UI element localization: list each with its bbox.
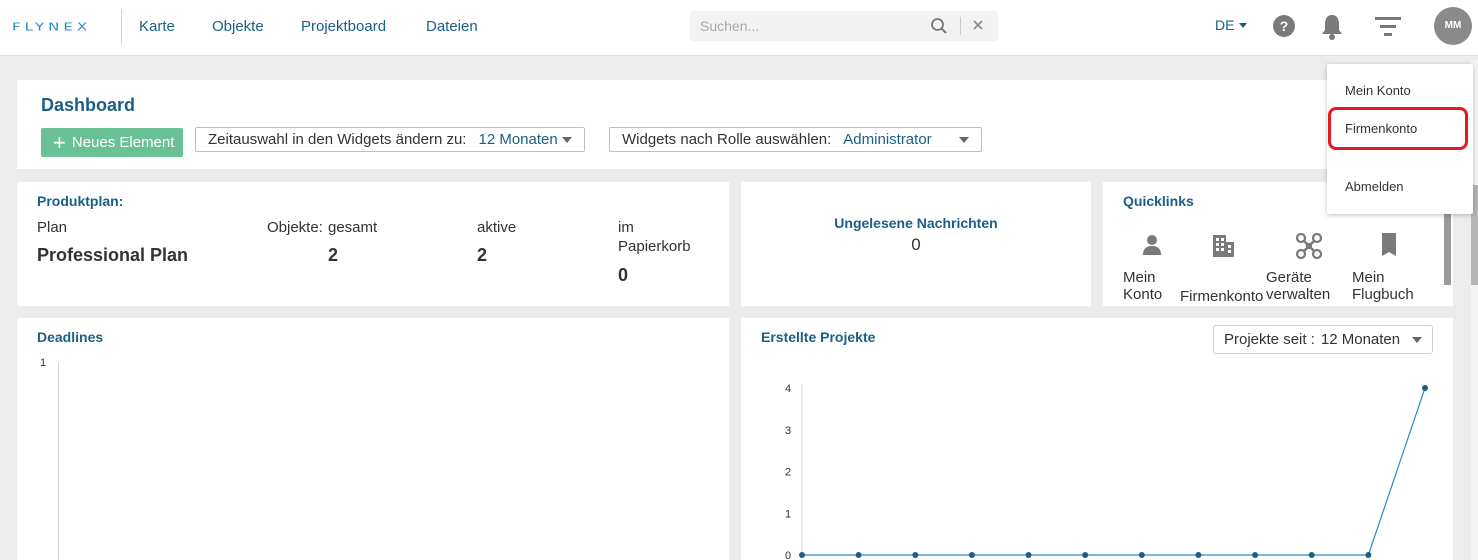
quicklink-line1 — [1180, 269, 1263, 288]
search-input[interactable] — [700, 17, 920, 35]
messages-count: 0 — [911, 235, 921, 254]
data-point[interactable] — [1422, 385, 1428, 391]
user-icon — [1143, 235, 1161, 255]
new-element-button[interactable]: + Neues Element — [41, 128, 183, 157]
language-select[interactable]: DE — [1215, 17, 1248, 33]
deadlines-card: Deadlines 1 — [17, 318, 729, 560]
active-value: 2 — [477, 245, 488, 265]
avatar[interactable]: MM — [1434, 7, 1472, 45]
page-title: Dashboard — [41, 95, 136, 115]
data-point[interactable] — [1138, 552, 1145, 558]
data-point[interactable] — [1025, 552, 1032, 558]
quicklinks-title: Quicklinks — [1123, 193, 1194, 209]
data-point[interactable] — [1308, 552, 1315, 558]
search-box — [690, 11, 998, 41]
active-label: aktive — [477, 219, 517, 236]
time-range-value: 12 Monaten — [478, 131, 558, 148]
projects-since-label: Projekte seit : — [1224, 331, 1315, 348]
quicklinks-scrollbar[interactable] — [1444, 213, 1451, 285]
help-icon[interactable]: ? — [1273, 15, 1295, 37]
building-icon — [1213, 235, 1234, 257]
messages-title: Ungelesene Nachrichten — [834, 215, 998, 231]
quicklink-mein-konto[interactable]: Mein Konto — [1123, 269, 1162, 303]
drone-icon — [1296, 233, 1322, 259]
deadlines-title: Deadlines — [37, 329, 104, 345]
total-label: gesamt — [328, 219, 378, 236]
quicklink-line1: Mein — [1123, 269, 1156, 286]
nav-projektboard[interactable]: Projektboard — [301, 18, 386, 35]
nav-objekte[interactable]: Objekte — [212, 18, 264, 35]
dashboard-header-card — [17, 80, 1453, 169]
quicklink-line1: Mein — [1352, 269, 1385, 286]
role-value: Administrator — [843, 131, 932, 148]
search-icon[interactable] — [930, 17, 948, 35]
plus-icon: + — [53, 129, 66, 155]
trash-label-line1: im — [618, 219, 634, 236]
time-range-label: Zeitauswahl in den Widgets ändern zu: — [208, 131, 467, 148]
deadlines-y-tick: 1 — [40, 357, 47, 369]
messages-card[interactable]: Ungelesene Nachrichten 0 — [741, 182, 1091, 306]
chevron-down-icon — [1412, 337, 1422, 343]
quicklink-firmenkonto[interactable]: Firmenkonto — [1180, 269, 1263, 305]
projects-since-select[interactable]: Projekte seit : 12 Monaten — [1213, 325, 1433, 354]
logo-text: FLYNEX — [12, 20, 92, 34]
series-line — [802, 387, 1426, 556]
quicklink-geraete-verwalten[interactable]: Geräte verwalten — [1266, 269, 1330, 303]
data-point[interactable] — [855, 552, 862, 558]
quicklink-mein-flugbuch[interactable]: Mein Flugbuch — [1352, 269, 1414, 303]
objects-label: Objekte: — [267, 219, 323, 236]
y-tick-label: 3 — [785, 425, 791, 437]
produktplan-card: Produktplan: Plan Professional Plan Obje… — [17, 182, 729, 306]
role-select[interactable]: Widgets nach Rolle auswählen: Administra… — [609, 127, 982, 152]
chevron-down-icon — [1239, 22, 1248, 28]
projects-title: Erstellte Projekte — [761, 329, 876, 345]
y-tick-label: 0 — [785, 550, 791, 560]
data-point[interactable] — [968, 552, 975, 558]
bell-icon[interactable] — [1320, 13, 1344, 41]
data-point[interactable] — [799, 552, 805, 558]
quicklink-line2: Firmenkonto — [1180, 288, 1264, 305]
data-point[interactable] — [1252, 552, 1259, 558]
data-point[interactable] — [1365, 552, 1372, 558]
total-value: 2 — [328, 245, 339, 265]
data-point[interactable] — [1082, 552, 1089, 558]
language-label: DE — [1215, 17, 1235, 33]
new-element-label: Neues Element — [71, 134, 175, 151]
filter-icon[interactable] — [1374, 15, 1402, 39]
projects-since-value: 12 Monaten — [1320, 331, 1401, 348]
chevron-down-icon — [562, 137, 572, 143]
y-tick-label: 2 — [785, 467, 791, 479]
quicklink-line2: verwalten — [1266, 286, 1331, 303]
y-tick-label: 1 — [785, 508, 791, 520]
menu-item-mein-konto[interactable]: Mein Konto — [1345, 83, 1411, 98]
role-label: Widgets nach Rolle auswählen: — [622, 131, 832, 148]
projects-line-chart: 0 1 2 3 4 — [785, 383, 1428, 560]
nav-karte[interactable]: Karte — [139, 18, 175, 35]
flynex-logo[interactable]: FLYNEX — [12, 18, 91, 36]
book-icon — [1382, 233, 1396, 256]
chevron-down-icon — [959, 137, 969, 143]
deadlines-y-axis — [58, 362, 59, 560]
y-tick-label: 4 — [785, 383, 791, 395]
data-point[interactable] — [912, 552, 919, 558]
plan-value: Professional Plan — [37, 245, 189, 265]
quicklink-line1: Geräte — [1266, 269, 1312, 286]
quicklink-line2: Konto — [1123, 286, 1163, 303]
data-point[interactable] — [1195, 552, 1202, 558]
trash-label-line2: Papierkorb — [618, 238, 691, 255]
trash-value: 0 — [618, 265, 629, 285]
quicklink-line2: Flugbuch — [1352, 286, 1414, 303]
top-navigation-bar: FLYNEX Karte Objekte Projektboard Dateie… — [0, 0, 1478, 56]
logo-divider — [121, 9, 122, 45]
time-range-select[interactable]: Zeitauswahl in den Widgets ändern zu: 12… — [195, 127, 585, 152]
nav-dateien[interactable]: Dateien — [426, 18, 478, 35]
highlight-outline — [1328, 107, 1468, 150]
plan-label: Plan — [37, 219, 68, 236]
search-divider — [960, 17, 961, 35]
produktplan-title: Produktplan: — [37, 193, 124, 209]
close-icon[interactable] — [971, 18, 985, 32]
menu-item-abmelden[interactable]: Abmelden — [1345, 179, 1404, 194]
